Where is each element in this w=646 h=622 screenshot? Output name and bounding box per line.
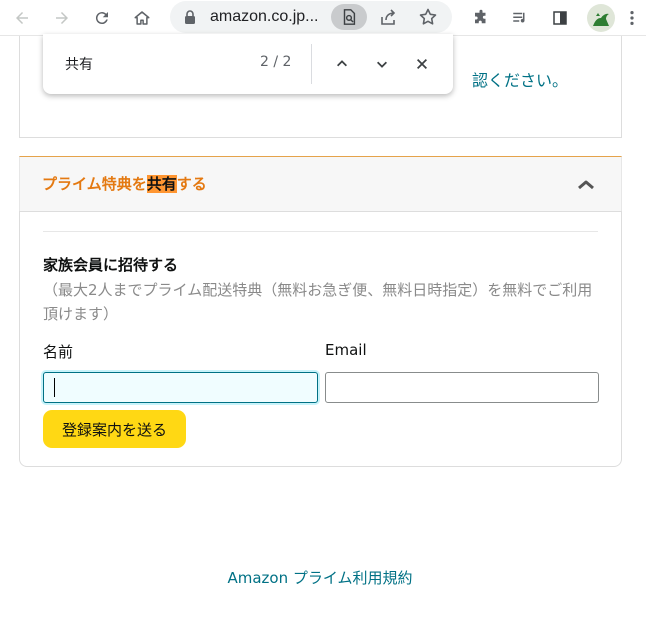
- find-match-count: 2 / 2: [260, 54, 292, 70]
- email-label: Email: [325, 341, 367, 359]
- find-highlight: 共有: [146, 175, 177, 193]
- invite-title: 家族会員に招待する: [43, 256, 179, 274]
- find-in-page-icon[interactable]: [331, 4, 367, 30]
- name-input[interactable]: [43, 372, 318, 403]
- prime-sharing-section: プライム特典を共有する 家族会員に招待する （最大2人までプライム配送特典（無料…: [19, 156, 622, 467]
- title-text-after: する: [176, 175, 207, 193]
- collapse-chevron-up-icon[interactable]: [577, 177, 595, 191]
- section-body: 家族会員に招待する （最大2人までプライム配送特典（無料お急ぎ便、無料日時指定）…: [19, 211, 622, 467]
- bookmark-star-icon[interactable]: [418, 7, 438, 27]
- find-separator: [311, 44, 312, 84]
- browser-toolbar: amazon.co.jp...: [0, 0, 646, 36]
- url-text[interactable]: amazon.co.jp...: [210, 8, 319, 26]
- back-icon[interactable]: [8, 4, 36, 32]
- lock-icon[interactable]: [182, 9, 198, 25]
- title-text-before: プライム特典を: [42, 175, 147, 193]
- section-title[interactable]: プライム特典を共有する: [42, 173, 207, 194]
- find-next-chevron-down-icon[interactable]: [371, 53, 393, 75]
- side-panel-icon[interactable]: [546, 4, 574, 32]
- home-icon[interactable]: [128, 4, 156, 32]
- email-input[interactable]: [325, 372, 599, 403]
- name-label: 名前: [43, 343, 74, 361]
- find-close-icon[interactable]: [411, 53, 433, 75]
- forward-icon[interactable]: [48, 4, 76, 32]
- reload-icon[interactable]: [88, 4, 116, 32]
- invite-description: （最大2人までプライム配送特典（無料お急ぎ便、無料日時指定）を無料でご利用頂けま…: [43, 281, 593, 323]
- media-control-icon[interactable]: [506, 4, 534, 32]
- menu-icon[interactable]: [624, 4, 640, 32]
- address-bar[interactable]: amazon.co.jp...: [170, 1, 452, 33]
- divider: [43, 231, 598, 232]
- send-invitation-button[interactable]: 登録案内を送る: [43, 410, 186, 448]
- find-input[interactable]: 共有: [65, 54, 93, 74]
- dinosaur-icon: [593, 13, 609, 26]
- partial-link-text[interactable]: 認ください。: [472, 67, 568, 91]
- prime-terms-link[interactable]: Amazon プライム利用規約: [0, 567, 640, 588]
- section-header[interactable]: プライム特典を共有する: [19, 156, 622, 212]
- find-previous-chevron-up-icon[interactable]: [331, 53, 353, 75]
- extensions-icon[interactable]: [467, 4, 495, 32]
- find-bar: 共有 2 / 2: [43, 34, 453, 94]
- share-icon[interactable]: [378, 7, 398, 27]
- profile-avatar[interactable]: [587, 4, 615, 32]
- text-cursor: [54, 378, 55, 397]
